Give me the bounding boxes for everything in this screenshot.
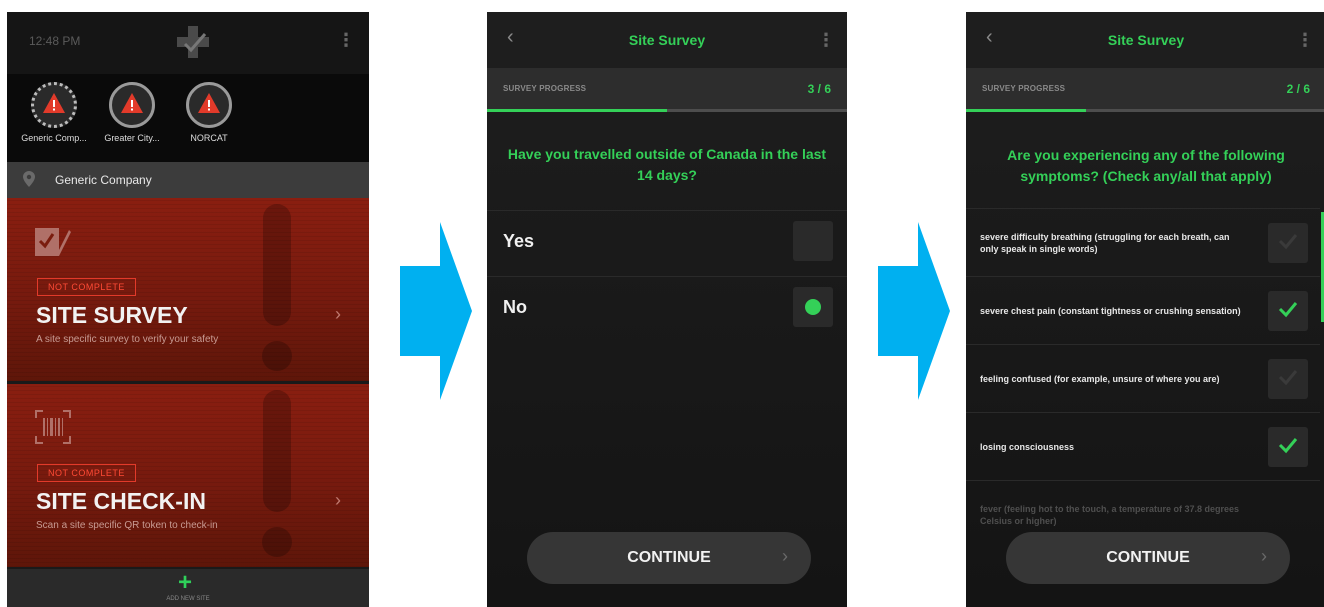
option-no[interactable]: No: [487, 276, 847, 339]
kebab-menu-icon[interactable]: ⋮: [817, 30, 835, 51]
symptom-confused[interactable]: feeling confused (for example, unsure of…: [966, 344, 1320, 413]
symptom-losing-consciousness[interactable]: losing consciousness: [966, 412, 1320, 481]
status-badge: NOT COMPLETE: [37, 278, 136, 296]
checkmark-icon: [1278, 302, 1298, 318]
card-title: SITE CHECK-IN: [36, 488, 206, 514]
app-header: 12:48 PM ⋮: [7, 12, 369, 74]
flow-arrow-icon: [400, 222, 472, 400]
continue-label: CONTINUE: [627, 549, 711, 566]
progress-track: [487, 109, 847, 112]
survey-progress-bar: SURVEY PROGRESS 3 / 6: [487, 68, 847, 112]
home-screen: 12:48 PM ⋮ Generic Comp... Greater City.…: [7, 12, 369, 607]
symptom-label: feeling confused (for example, unsure of…: [980, 374, 1220, 384]
chevron-right-icon[interactable]: ›: [335, 304, 341, 325]
exclamation-watermark-icon: [262, 204, 292, 371]
survey-header: ‹ Site Survey ⋮: [487, 12, 847, 68]
checkmark-icon: [1278, 370, 1298, 386]
survey-progress-bar: SURVEY PROGRESS 2 / 6: [966, 68, 1324, 112]
site-item-norcat[interactable]: NORCAT: [164, 82, 254, 143]
survey-question-symptoms-screen: ‹ Site Survey ⋮ SURVEY PROGRESS 2 / 6 Ar…: [966, 12, 1324, 607]
symptom-chest-pain[interactable]: severe chest pain (constant tightness or…: [966, 276, 1320, 345]
warning-icon: [43, 93, 65, 113]
symptom-label: fever (feeling hot to the touch, a tempe…: [980, 504, 1240, 526]
continue-button[interactable]: CONTINUE ›: [527, 532, 811, 584]
symptom-label: losing consciousness: [980, 442, 1075, 452]
site-label: NORCAT: [190, 133, 228, 143]
app-logo-icon: [177, 26, 209, 58]
progress-label: SURVEY PROGRESS: [503, 84, 587, 93]
continue-label: CONTINUE: [1106, 549, 1190, 566]
survey-check-icon: [35, 228, 71, 256]
survey-question: Are you experiencing any of the followin…: [1007, 147, 1285, 184]
survey-question: Have you travelled outside of Canada in …: [507, 146, 827, 183]
site-label: Generic Comp...: [21, 133, 87, 143]
progress-count: 3 / 6: [807, 82, 831, 96]
kebab-menu-icon[interactable]: ⋮: [1296, 30, 1314, 51]
location-name: Generic Company: [55, 173, 152, 187]
card-title: SITE SURVEY: [36, 302, 188, 328]
site-avatar: [109, 82, 155, 128]
progress-count: 2 / 6: [1286, 82, 1310, 96]
survey-header: ‹ Site Survey ⋮: [966, 12, 1324, 68]
continue-button[interactable]: CONTINUE ›: [1006, 532, 1290, 584]
flow-arrow-icon: [878, 222, 950, 400]
site-selector: Generic Comp... Greater City... NORCAT: [7, 74, 369, 162]
chevron-right-icon: ›: [1261, 546, 1267, 566]
site-check-in-card[interactable]: NOT COMPLETE SITE CHECK-IN Scan a site s…: [7, 384, 369, 567]
warning-icon: [198, 93, 220, 113]
exclamation-watermark-icon: [262, 390, 292, 557]
page-title: Site Survey: [1107, 32, 1185, 48]
radio-button[interactable]: [793, 221, 833, 261]
bottom-bar: + ADD NEW SITE: [7, 569, 369, 607]
chevron-right-icon[interactable]: ›: [335, 490, 341, 511]
chevron-right-icon: ›: [782, 546, 788, 566]
status-badge: NOT COMPLETE: [37, 464, 136, 482]
site-survey-card[interactable]: NOT COMPLETE SITE SURVEY A site specific…: [7, 198, 369, 381]
checkmark-icon: [1278, 234, 1298, 250]
radio-selected-dot: [805, 299, 821, 315]
site-avatar: [31, 82, 77, 128]
option-label: Yes: [503, 231, 535, 251]
plus-icon[interactable]: +: [178, 569, 192, 597]
option-label: No: [503, 297, 527, 317]
warning-icon: [121, 93, 143, 113]
location-pin-icon: [23, 171, 35, 187]
progress-fill: [966, 109, 1086, 112]
symptom-label: severe chest pain (constant tightness or…: [980, 306, 1241, 316]
progress-track: [966, 109, 1324, 112]
checkmark-icon: [1278, 438, 1298, 454]
radio-button[interactable]: [793, 287, 833, 327]
add-new-site-label[interactable]: ADD NEW SITE: [7, 596, 369, 602]
barcode-scan-icon: [35, 410, 71, 444]
card-subtitle: A site specific survey to verify your sa…: [36, 334, 219, 345]
progress-fill: [487, 109, 667, 112]
symptom-breathing[interactable]: severe difficulty breathing (struggling …: [966, 208, 1320, 277]
card-subtitle: Scan a site specific QR token to check-i…: [36, 520, 218, 531]
progress-label: SURVEY PROGRESS: [982, 84, 1066, 93]
site-item-generic-company[interactable]: Generic Comp...: [9, 82, 99, 143]
page-title: Site Survey: [628, 32, 706, 48]
symptom-label: severe difficulty breathing (struggling …: [980, 232, 1230, 254]
option-yes[interactable]: Yes: [487, 210, 847, 273]
survey-question-travel-screen: ‹ Site Survey ⋮ SURVEY PROGRESS 3 / 6 Ha…: [487, 12, 847, 607]
kebab-menu-icon[interactable]: ⋮: [337, 30, 355, 51]
status-time: 12:48 PM: [29, 34, 81, 48]
site-avatar: [186, 82, 232, 128]
location-bar[interactable]: Generic Company: [7, 162, 369, 198]
